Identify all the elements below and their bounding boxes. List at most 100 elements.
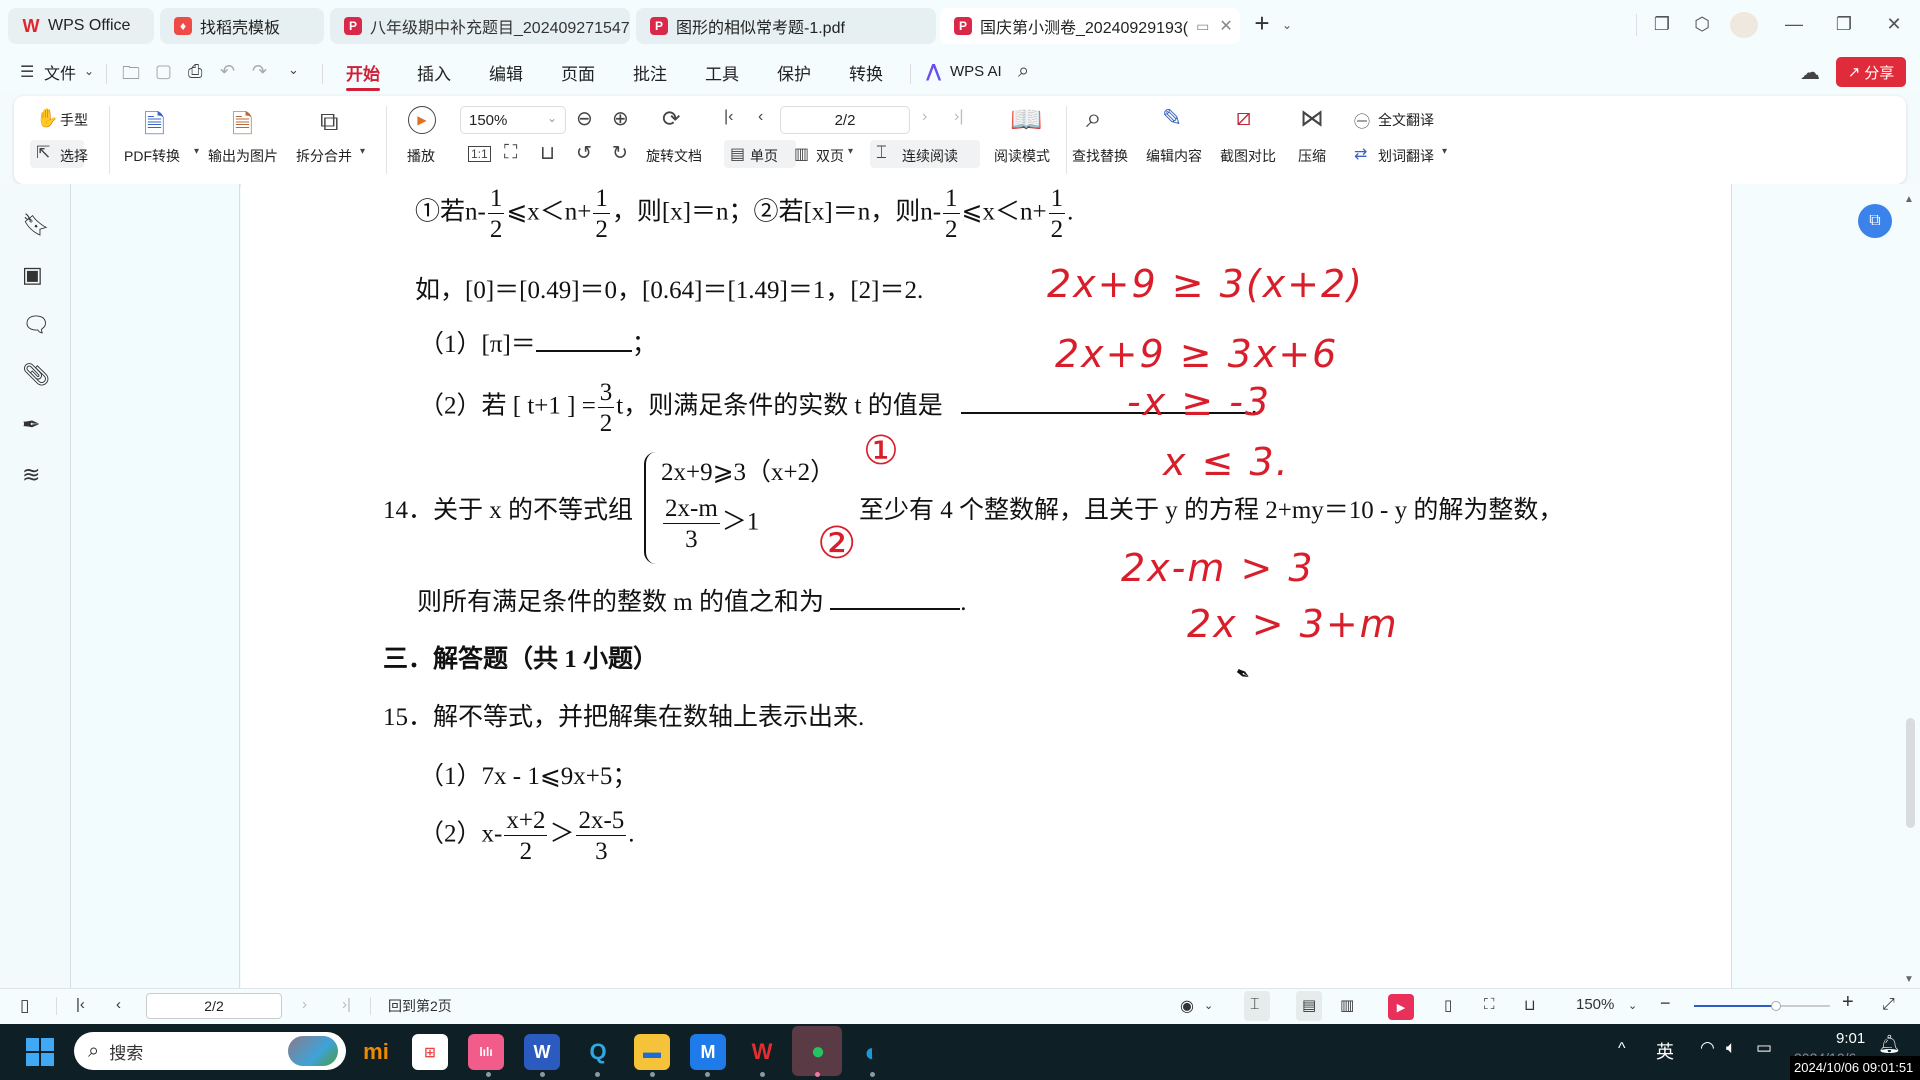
first-page-icon[interactable]: |‹ (76, 996, 85, 1013)
taskbar-search[interactable]: ⌕ 搜索 (74, 1032, 346, 1070)
next-page-icon[interactable]: › (922, 108, 927, 126)
chevron-down-icon[interactable]: ⌄ (84, 64, 94, 78)
page-number-input[interactable]: 2/2 (780, 106, 910, 134)
minimize-button[interactable]: — (1782, 14, 1806, 35)
rotate-left-icon[interactable]: ↺ (576, 142, 592, 165)
full-translate-button[interactable]: 全文翻译 (1378, 110, 1434, 130)
wifi-icon[interactable]: ◠ (1700, 1038, 1715, 1058)
zoom-out-button[interactable]: − (1660, 993, 1671, 1014)
play-button[interactable]: 播放 (407, 146, 435, 166)
wps-ai-button[interactable]: WPS AI (950, 63, 1002, 80)
taskbar-store-app[interactable]: ⊞ (412, 1034, 448, 1070)
word-translate-button[interactable]: 划词翻译 (1378, 146, 1434, 166)
cloud-upload-icon[interactable]: ☁ (1800, 60, 1820, 85)
fit-icon[interactable]: ▯ (1444, 996, 1452, 1014)
menu-page[interactable]: 页面 (561, 60, 595, 85)
start-button[interactable] (26, 1038, 54, 1066)
prev-page-icon[interactable]: ‹ (116, 996, 121, 1013)
first-page-icon[interactable]: |‹ (724, 108, 733, 126)
undo-icon[interactable]: ↶ (220, 61, 235, 82)
window-layout-icon[interactable]: ❐ (1650, 14, 1674, 35)
hamburger-menu-icon[interactable]: ☰ (20, 62, 34, 82)
zoom-slider-handle[interactable] (1770, 1001, 1781, 1011)
close-tab-icon[interactable]: ✕ (1219, 16, 1232, 36)
clock-time[interactable]: 9:01 (1836, 1030, 1865, 1047)
tab-pdf-grade8[interactable]: P 八年级期中补充题目_202409271547 (330, 8, 630, 44)
compress-button[interactable]: 压缩 (1298, 146, 1326, 166)
input-language-indicator[interactable]: 英 (1656, 1038, 1674, 1064)
status-page-input[interactable]: 2/2 (146, 993, 282, 1019)
tab-list-chevron-icon[interactable]: ⌄ (1275, 18, 1299, 32)
menu-edit[interactable]: 编辑 (489, 60, 523, 85)
zoom-in-button[interactable]: + (1842, 991, 1854, 1014)
fullscreen-icon[interactable]: ⤢ (1882, 996, 1895, 1014)
pdf-convert-button[interactable]: PDF转换 (124, 146, 180, 166)
open-folder-icon[interactable]: 🗀 (122, 61, 140, 91)
taskbar-mi-app[interactable]: mi (358, 1034, 394, 1070)
tab-pdf-similar-shapes[interactable]: P 图形的相似常考题-1.pdf (636, 8, 936, 44)
scroll-up-icon[interactable]: ▲ (1904, 194, 1914, 205)
play-slideshow-button[interactable]: ▶ (1388, 994, 1414, 1020)
signature-icon[interactable]: ✒︎ (22, 412, 48, 438)
fit-width-icon[interactable]: ⊔ (1524, 996, 1536, 1014)
tab-docer-templates[interactable]: ♦ 找稻壳模板 (160, 8, 324, 44)
find-replace-button[interactable]: 查找替换 (1072, 146, 1128, 166)
taskbar-pink-app[interactable]: lılı (468, 1034, 504, 1070)
menu-file[interactable]: 文件 (44, 60, 76, 84)
fit-page-icon[interactable]: ⛶ (504, 142, 517, 164)
last-page-icon[interactable]: ›| (954, 108, 963, 126)
pdf-page[interactable]: ①若n- 1 2 ⩽x＜n+ 1 2 ，则[x]＝n；②若[x]＝n，则n- 1 2 ⩽x＜n+ 1… (241, 184, 1731, 988)
rotate-doc-button[interactable]: 旋转文档 (646, 146, 702, 166)
save-icon[interactable]: ▢ (155, 61, 172, 82)
volume-icon[interactable]: 🔈︎ (1726, 1038, 1736, 1058)
taskbar-wechat-app[interactable]: ● (800, 1034, 836, 1070)
toggle-sidebar-icon[interactable]: ▯ (20, 996, 29, 1016)
taskbar-blue-app[interactable]: M (690, 1034, 726, 1070)
zoom-in-icon[interactable]: ⊕ (612, 106, 629, 131)
quick-access-chevron-icon[interactable]: ⌄ (288, 62, 299, 78)
tab-wps-office[interactable]: W WPS Office (8, 8, 154, 44)
chevron-down-icon[interactable]: ⌄ (1628, 999, 1637, 1012)
battery-icon[interactable]: ▭ (1756, 1038, 1772, 1058)
user-avatar[interactable] (1730, 12, 1758, 38)
menu-protect[interactable]: 保护 (777, 60, 811, 85)
cube-app-icon[interactable]: ⬡ (1690, 14, 1714, 35)
layers-icon[interactable]: ≋ (22, 462, 48, 488)
tab-pdf-national-day-quiz[interactable]: P 国庆第小测卷_20240929193( ▭ ✕ (940, 8, 1240, 44)
taskbar-explorer-app[interactable]: ▬ (634, 1034, 670, 1070)
zoom-slider-track[interactable] (1694, 1001, 1830, 1011)
close-window-button[interactable]: ✕ (1882, 14, 1906, 35)
share-button[interactable]: ↗ 分享 (1836, 57, 1906, 87)
split-merge-button[interactable]: 拆分合并 (296, 146, 352, 166)
taskbar-chat-app[interactable]: Q (580, 1034, 616, 1070)
eye-protection-icon[interactable]: ◉ (1180, 996, 1194, 1016)
read-mode-button[interactable]: 阅读模式 (994, 146, 1050, 166)
taskbar-word-app[interactable]: W (524, 1034, 560, 1070)
convert-float-button[interactable]: ⧉ (1858, 204, 1892, 238)
menu-home[interactable]: 开始 (346, 60, 380, 91)
scroll-down-icon[interactable]: ▼ (1904, 974, 1914, 985)
bookmark-icon[interactable]: 🔖︎ (22, 212, 50, 238)
double-page-button[interactable]: 双页 (816, 146, 844, 166)
print-icon[interactable]: ⎙ (188, 61, 202, 82)
restore-button[interactable]: ❐ (1832, 14, 1856, 35)
menu-convert[interactable]: 转换 (849, 60, 883, 85)
edit-content-button[interactable]: 编辑内容 (1146, 146, 1202, 166)
fit-page-icon[interactable]: ⛶ (1484, 996, 1495, 1013)
hand-tool-button[interactable]: 手型 (60, 110, 88, 130)
chevron-down-icon[interactable]: ⌄ (1204, 999, 1213, 1012)
zoom-out-icon[interactable]: ⊖ (576, 106, 593, 131)
menu-annotate[interactable]: 批注 (633, 60, 667, 85)
status-zoom-value[interactable]: 150% (1576, 996, 1614, 1013)
vertical-scrollbar-thumb[interactable] (1906, 718, 1915, 828)
comment-icon[interactable]: 🗨︎ (22, 312, 50, 338)
search-icon[interactable]: ⌕ (1018, 60, 1029, 83)
export-image-button[interactable]: 输出为图片 (208, 146, 278, 166)
monitor-icon[interactable]: ▭ (1196, 18, 1209, 35)
taskbar-wps-app[interactable]: W (744, 1034, 780, 1070)
fit-width-icon[interactable]: ⊔ (540, 142, 555, 165)
rotate-right-icon[interactable]: ↻ (612, 142, 628, 165)
attachment-icon[interactable]: 📎︎ (22, 362, 50, 388)
tray-overflow-icon[interactable]: ^ (1618, 1040, 1626, 1058)
redo-icon[interactable]: ↷ (252, 61, 267, 82)
